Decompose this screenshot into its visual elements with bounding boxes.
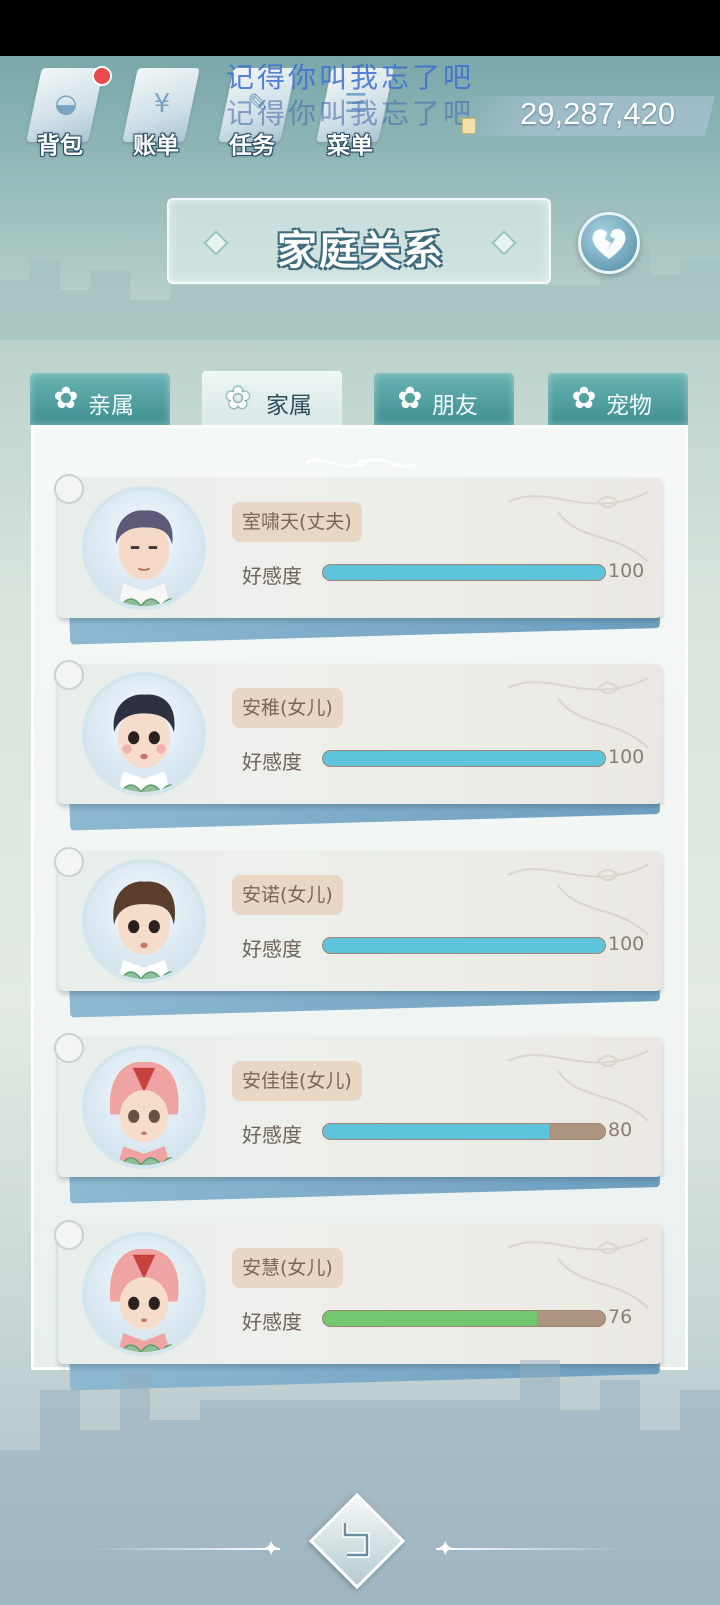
tab-relatives[interactable]: ✿ 亲属	[30, 373, 170, 425]
tab-family-label: 家属	[266, 393, 312, 419]
tab-pets-label: 宠物	[606, 393, 652, 419]
tab-pets[interactable]: ✿ 宠物	[548, 373, 688, 425]
favor-label: 好感度	[242, 1123, 302, 1147]
coin-icon	[462, 118, 476, 134]
favor-value: 100	[608, 933, 645, 955]
back-button[interactable]	[308, 1492, 406, 1590]
member-card[interactable]: 室啸天(丈夫) 好感度 100	[54, 474, 662, 645]
avatar	[82, 1232, 206, 1356]
avatar	[82, 672, 206, 796]
vine-decoration	[507, 1237, 649, 1309]
vine-decoration	[507, 677, 649, 749]
bill-label: 账单	[133, 133, 179, 159]
backpack-label: 背包	[37, 133, 83, 159]
currency-value: 29,287,420	[520, 96, 676, 131]
favor-bar	[322, 1123, 606, 1140]
overlay-caption-2: 记得你叫我忘了吧	[226, 97, 475, 130]
favor-label: 好感度	[242, 1310, 302, 1334]
flower-icon: ✿	[225, 381, 251, 416]
vine-decoration	[507, 491, 649, 563]
favor-label: 好感度	[242, 564, 302, 588]
vine-decoration	[507, 1050, 649, 1122]
favor-label: 好感度	[242, 937, 302, 961]
page-title: 家庭关系	[277, 228, 445, 274]
favor-bar	[322, 937, 606, 954]
flower-icon: ✿	[397, 381, 423, 416]
bill-button[interactable]: ¥ 账单	[116, 64, 200, 164]
avatar	[82, 859, 206, 983]
favor-value: 76	[608, 1306, 633, 1328]
status-bar	[0, 0, 720, 56]
page-title-panel: 家庭关系	[167, 198, 551, 284]
favor-value: 80	[608, 1119, 633, 1141]
vine-decoration	[507, 864, 649, 936]
favor-value: 100	[608, 560, 645, 582]
overlay-caption-1: 记得你叫我忘了吧	[226, 61, 475, 94]
favor-label: 好感度	[242, 750, 302, 774]
panel-ornament	[305, 458, 419, 468]
favor-value: 100	[608, 746, 645, 768]
notification-badge	[92, 66, 112, 86]
member-card[interactable]: 安稚(女儿) 好感度 100	[54, 660, 662, 831]
favor-bar	[322, 750, 606, 767]
member-name: 安诺(女儿)	[232, 875, 343, 915]
member-name: 室啸天(丈夫)	[232, 502, 362, 542]
favor-bar-fill	[323, 751, 605, 766]
relationship-heart-button[interactable]	[578, 212, 640, 274]
backpack-button[interactable]: ◒ 背包	[20, 64, 104, 164]
broken-heart-icon	[592, 228, 626, 259]
member-name: 安佳佳(女儿)	[232, 1061, 362, 1101]
avatar	[82, 486, 206, 610]
return-arrow-icon	[342, 1523, 370, 1558]
favor-bar-fill	[323, 1311, 538, 1326]
bottom-deco-line-left	[90, 1548, 280, 1550]
member-card[interactable]: 安佳佳(女儿) 好感度 80	[54, 1033, 662, 1204]
member-card[interactable]: 安慧(女儿) 好感度 76	[54, 1220, 662, 1391]
member-name: 安慧(女儿)	[232, 1248, 343, 1288]
tab-family[interactable]: ✿ 家属	[202, 371, 342, 425]
favor-bar	[322, 1310, 606, 1327]
tab-friends[interactable]: ✿ 朋友	[374, 373, 514, 425]
sparkle-icon: ✦	[262, 1537, 281, 1562]
member-name: 安稚(女儿)	[232, 688, 343, 728]
member-card[interactable]: 安诺(女儿) 好感度 100	[54, 847, 662, 1018]
bill-icon: ¥	[153, 89, 171, 119]
favor-bar	[322, 564, 606, 581]
bottom-deco-line-right	[436, 1548, 626, 1550]
flower-icon: ✿	[53, 381, 79, 416]
flower-icon: ✿	[571, 381, 597, 416]
avatar	[82, 1045, 206, 1169]
tab-relatives-label: 亲属	[88, 393, 134, 419]
favor-bar-fill	[323, 1124, 549, 1139]
backpack-icon: ◒	[54, 89, 78, 119]
tab-friends-label: 朋友	[432, 393, 478, 419]
favor-bar-fill	[323, 565, 605, 580]
favor-bar-fill	[323, 938, 605, 953]
